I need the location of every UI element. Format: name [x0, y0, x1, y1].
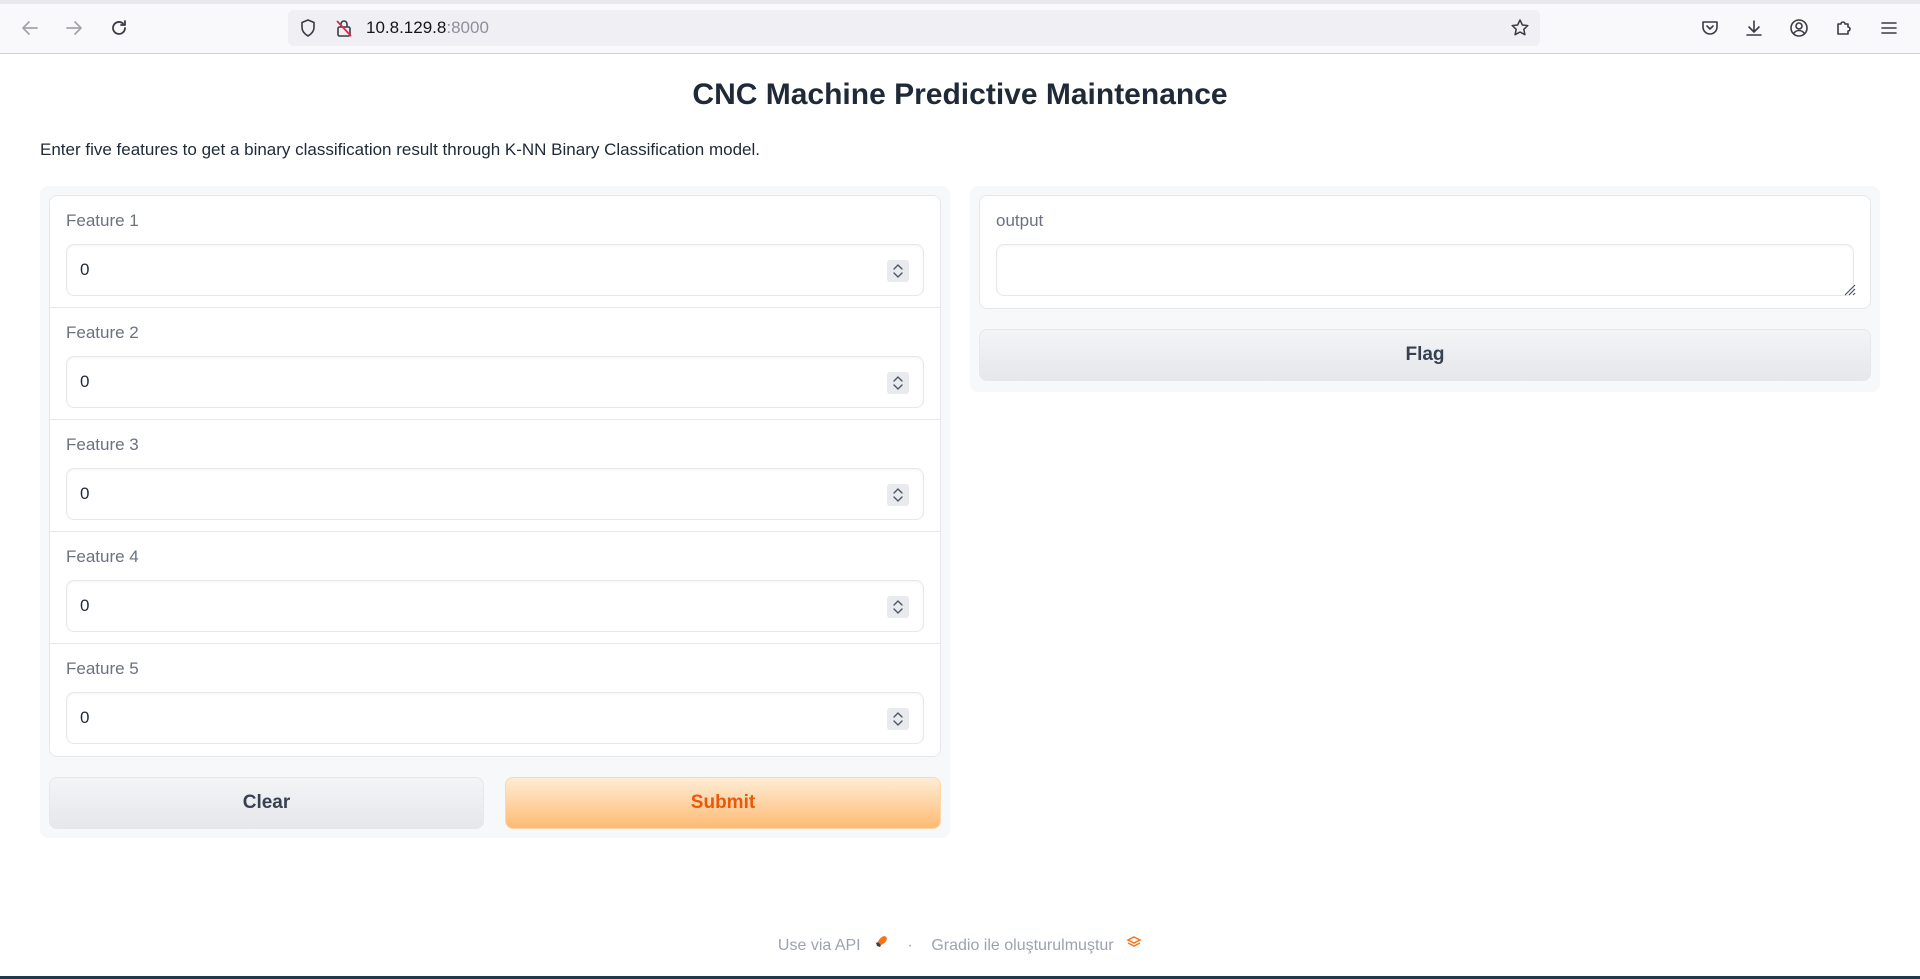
downloads-button[interactable] — [1738, 12, 1770, 44]
output-block: output — [979, 195, 1871, 309]
forward-button[interactable] — [58, 12, 90, 44]
feature-5-block: Feature 5 0 — [50, 644, 940, 756]
features-form: Feature 1 0 Feature 2 0 Feature 3 0 Feat… — [49, 195, 941, 757]
feature-1-stepper[interactable] — [887, 260, 909, 282]
page-description: Enter five features to get a binary clas… — [40, 140, 760, 159]
feature-5-input[interactable]: 0 — [66, 692, 924, 744]
use-via-api-link[interactable]: Use via API — [778, 937, 861, 955]
clear-button[interactable]: Clear — [49, 777, 484, 829]
rocket-icon — [876, 936, 888, 947]
feature-3-input[interactable]: 0 — [66, 468, 924, 520]
pocket-button[interactable] — [1694, 12, 1726, 44]
feature-2-input[interactable]: 0 — [66, 356, 924, 408]
feature-4-stepper[interactable] — [887, 596, 909, 618]
url-text[interactable]: 10.8.129.8:8000 — [366, 18, 489, 38]
feature-1-block: Feature 1 0 — [50, 196, 940, 308]
url-port: :8000 — [446, 18, 489, 37]
feature-2-value: 0 — [80, 372, 90, 391]
url-host: 10.8.129.8 — [366, 18, 447, 37]
feature-4-label: Feature 4 — [66, 547, 139, 566]
feature-5-value: 0 — [80, 708, 90, 727]
insecure-lock-icon[interactable] — [334, 18, 354, 38]
account-button[interactable] — [1783, 12, 1815, 44]
address-bar[interactable]: 10.8.129.8:8000 — [288, 10, 1540, 46]
up-down-chevron-icon — [893, 376, 903, 390]
reload-icon — [112, 20, 126, 35]
footer: Use via API · Gradio ile oluşturulmuştur — [0, 934, 1920, 955]
pocket-icon — [1702, 21, 1718, 35]
up-down-chevron-icon — [893, 264, 903, 278]
reload-button[interactable] — [103, 12, 135, 44]
footer-separator: · — [907, 936, 913, 954]
up-down-chevron-icon — [893, 488, 903, 502]
shield-icon[interactable] — [298, 18, 318, 38]
up-down-chevron-icon — [893, 600, 903, 614]
star-icon[interactable] — [1510, 18, 1530, 38]
feature-3-stepper[interactable] — [887, 484, 909, 506]
back-button[interactable] — [14, 12, 46, 44]
arrow-right-icon — [66, 21, 82, 35]
output-panel: output Flag — [970, 186, 1880, 392]
feature-4-value: 0 — [80, 596, 90, 615]
page-title: CNC Machine Predictive Maintenance — [692, 78, 1228, 111]
resize-grip-icon[interactable] — [1842, 282, 1856, 296]
feature-2-stepper[interactable] — [887, 372, 909, 394]
feature-3-label: Feature 3 — [66, 435, 139, 454]
feature-5-stepper[interactable] — [887, 708, 909, 730]
feature-3-value: 0 — [80, 484, 90, 503]
feature-4-block: Feature 4 0 — [50, 532, 940, 644]
submit-button[interactable]: Submit — [505, 777, 941, 829]
account-icon — [1790, 19, 1808, 37]
download-icon — [1746, 20, 1762, 36]
puzzle-icon — [1837, 21, 1851, 35]
input-panel: Feature 1 0 Feature 2 0 Feature 3 0 Feat… — [40, 186, 950, 838]
hamburger-icon — [1881, 22, 1897, 34]
feature-5-label: Feature 5 — [66, 659, 139, 678]
tab-strip — [0, 0, 1920, 4]
feature-1-value: 0 — [80, 260, 90, 279]
feature-2-block: Feature 2 0 — [50, 308, 940, 420]
feature-2-label: Feature 2 — [66, 323, 139, 342]
browser-toolbar: 10.8.129.8:8000 — [0, 0, 1920, 54]
built-with-gradio-link[interactable]: Gradio ile oluşturulmuştur — [931, 937, 1113, 955]
extensions-button[interactable] — [1828, 12, 1860, 44]
up-down-chevron-icon — [893, 712, 903, 726]
flag-button[interactable]: Flag — [979, 329, 1871, 381]
feature-1-input[interactable]: 0 — [66, 244, 924, 296]
output-textbox[interactable] — [996, 244, 1854, 296]
output-label: output — [996, 211, 1044, 230]
gradio-logo-icon — [1126, 936, 1142, 947]
feature-3-block: Feature 3 0 — [50, 420, 940, 532]
feature-4-input[interactable]: 0 — [66, 580, 924, 632]
arrow-left-icon — [22, 21, 38, 35]
feature-1-label: Feature 1 — [66, 211, 139, 230]
menu-button[interactable] — [1873, 12, 1905, 44]
